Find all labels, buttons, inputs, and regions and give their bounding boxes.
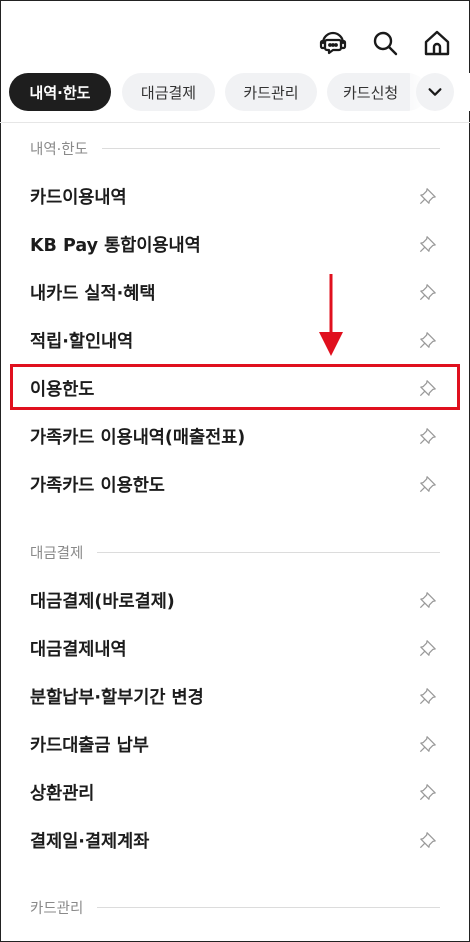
divider (97, 552, 440, 553)
menu-item-label: 대금결제(바로결제) (30, 591, 175, 612)
menu-item-label: 가족카드 이용한도 (30, 475, 165, 496)
menu-item-label: 내카드 실적·혜택 (30, 283, 156, 304)
pin-icon[interactable] (418, 830, 438, 850)
annotation-highlight-box (10, 364, 460, 410)
pin-icon[interactable] (418, 734, 438, 754)
pin-icon[interactable] (418, 426, 438, 446)
menu-item-label: 카드대출금 납부 (30, 735, 149, 756)
search-icon[interactable] (370, 28, 400, 58)
menu-item-kbpay-history[interactable]: KB Pay 통합이용내역 (30, 224, 442, 264)
tabs-expand (410, 73, 470, 111)
menu-item-label: 카드이용내역 (30, 187, 127, 208)
pin-icon[interactable] (418, 638, 438, 658)
annotation-arrow-icon (319, 274, 343, 356)
menu-item-card-usage-history[interactable]: 카드이용내역 (30, 176, 442, 216)
tab-history-limit[interactable]: 내역·한도 (9, 73, 111, 111)
menu-item-label: 적립·할인내역 (30, 331, 134, 352)
tab-payment[interactable]: 대금결제 (122, 73, 215, 111)
menu-item-instant-payment[interactable]: 대금결제(바로결제) (30, 580, 442, 620)
home-icon[interactable] (422, 28, 452, 58)
menu-item-payment-date-account[interactable]: 결제일·결제계좌 (30, 820, 442, 860)
menu-item-card-performance[interactable]: 내카드 실적·혜택 (30, 272, 442, 312)
section-title-history-limit: 내역·한도 (30, 138, 440, 159)
pin-icon[interactable] (418, 282, 438, 302)
section-title-text: 내역·한도 (30, 142, 88, 158)
category-tabs: 내역·한도 대금결제 카드관리 카드신청 (9, 73, 470, 111)
section-title-payment: 대금결제 (30, 542, 440, 563)
pin-icon[interactable] (418, 686, 438, 706)
menu-item-label: 분할납부·할부기간 변경 (30, 687, 204, 708)
section-title-card-management: 카드관리 (30, 897, 440, 918)
divider (97, 907, 440, 908)
menu-item-label: 가족카드 이용내역(매출전표) (30, 427, 246, 448)
header-toolbar (318, 28, 452, 58)
pin-icon[interactable] (418, 186, 438, 206)
divider (101, 148, 440, 149)
pin-icon[interactable] (418, 590, 438, 610)
menu-item-label: KB Pay 통합이용내역 (30, 235, 201, 256)
menu-item-points-discount[interactable]: 적립·할인내역 (30, 320, 442, 360)
pin-icon[interactable] (418, 330, 438, 350)
menu-item-installment-change[interactable]: 분할납부·할부기간 변경 (30, 676, 442, 716)
menu-item-label: 결제일·결제계좌 (30, 831, 150, 852)
menu-item-family-card-history[interactable]: 가족카드 이용내역(매출전표) (30, 416, 442, 456)
chevron-down-icon[interactable] (416, 73, 454, 111)
tab-card-management[interactable]: 카드관리 (225, 73, 317, 111)
menu-item-label: 상환관리 (30, 783, 95, 804)
tabs-divider (0, 122, 470, 123)
menu-item-card-loan-payment[interactable]: 카드대출금 납부 (30, 724, 442, 764)
menu-item-repayment-management[interactable]: 상환관리 (30, 772, 442, 812)
pin-icon[interactable] (418, 474, 438, 494)
pin-icon[interactable] (418, 782, 438, 802)
menu-item-label: 대금결제내역 (30, 639, 127, 660)
menu-item-payment-history[interactable]: 대금결제내역 (30, 628, 442, 668)
chatbot-icon[interactable] (318, 28, 348, 58)
section-title-text: 대금결제 (30, 546, 84, 562)
menu-item-family-card-limit[interactable]: 가족카드 이용한도 (30, 464, 442, 504)
section-title-text: 카드관리 (30, 901, 84, 917)
pin-icon[interactable] (418, 234, 438, 254)
